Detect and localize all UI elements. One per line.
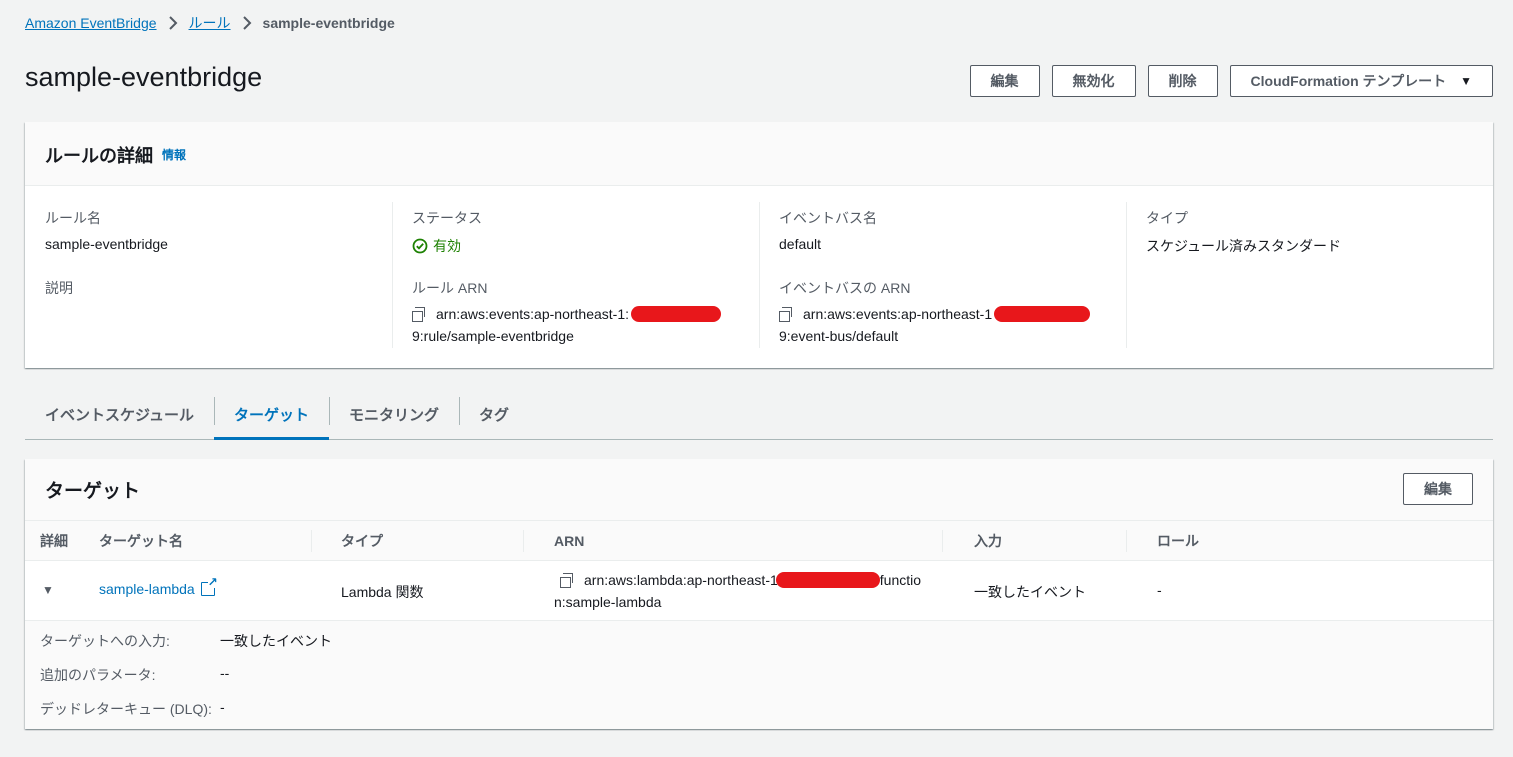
target-details-expanded: ターゲットへの入力: 一致したイベント 追加のパラメータ: -- デッドレターキ… xyxy=(25,621,1493,729)
cloudformation-template-label: CloudFormation テンプレート xyxy=(1250,73,1447,89)
chevron-right-icon xyxy=(161,14,185,32)
page-title: sample-eventbridge xyxy=(25,62,263,92)
target-name-link[interactable]: sample-lambda xyxy=(99,581,195,597)
delete-button[interactable]: 削除 xyxy=(1147,65,1218,97)
targets-header: ターゲット 編集 xyxy=(25,459,1493,521)
redaction-mark xyxy=(775,572,880,588)
status-badge: 有効 xyxy=(412,236,461,256)
cloudformation-template-button[interactable]: CloudFormation テンプレート ▼ xyxy=(1229,65,1493,97)
rule-arn-line1: arn:aws:events:ap-northeast-1: xyxy=(436,306,629,322)
target-input-cell: 一致したイベント xyxy=(974,584,1086,600)
rule-details-title: ルールの詳細 xyxy=(45,146,153,166)
targets-table-header: 詳細 ターゲット名 タイプ ARN 入力 ロール xyxy=(25,521,1493,561)
description-label: 説明 xyxy=(45,280,73,296)
chevron-right-icon xyxy=(235,14,259,32)
additional-params-value: -- xyxy=(220,665,230,681)
targets-panel: ターゲット 編集 詳細 ターゲット名 タイプ ARN 入力 ロール ▼ samp… xyxy=(25,459,1493,729)
rule-name-column: ルール名 sample-eventbridge 説明 xyxy=(25,186,392,368)
additional-params-label: 追加のパラメータ: xyxy=(40,667,156,683)
copy-icon[interactable] xyxy=(779,307,793,322)
redaction-mark xyxy=(631,306,721,322)
target-type-cell: Lambda 関数 xyxy=(341,584,424,600)
rule-details-panel: ルールの詳細 情報 ルール名 sample-eventbridge 説明 ステー… xyxy=(25,122,1493,368)
event-bus-column: イベントバス名 default イベントバスの ARN arn:aws:even… xyxy=(759,186,1126,368)
redaction-mark xyxy=(994,306,1091,322)
column-header-type[interactable]: タイプ xyxy=(341,521,383,561)
event-bus-arn-label: イベントバスの ARN xyxy=(779,280,911,296)
disable-button[interactable]: 無効化 xyxy=(1051,65,1136,97)
tab-monitoring[interactable]: モニタリング xyxy=(328,390,459,439)
table-row: ▼ sample-lambda Lambda 関数 arn:aws:lambda… xyxy=(25,561,1493,621)
breadcrumb-current: sample-eventbridge xyxy=(262,15,395,31)
column-header-role[interactable]: ロール xyxy=(1157,521,1199,561)
target-role-cell: - xyxy=(1157,582,1162,598)
target-arn-line1-start: arn:aws:lambda:ap-northeast-1 xyxy=(584,572,778,588)
rule-arn-label: ルール ARN xyxy=(412,280,488,296)
rule-name-value: sample-eventbridge xyxy=(45,236,168,252)
event-bus-arn-value: arn:aws:events:ap-northeast-1 9:event-bu… xyxy=(779,303,1091,347)
event-bus-arn-line2: 9:event-bus/default xyxy=(779,328,899,344)
event-bus-link[interactable]: default xyxy=(779,236,821,252)
tab-targets[interactable]: ターゲット xyxy=(213,390,329,440)
info-link[interactable]: 情報 xyxy=(162,146,186,163)
target-input-label: ターゲットへの入力: xyxy=(40,633,170,649)
column-header-details: 詳細 xyxy=(40,533,68,549)
rule-name-label: ルール名 xyxy=(45,210,101,226)
target-input-value: 一致したイベント xyxy=(220,633,332,649)
tabs: イベントスケジュール ターゲット モニタリング タグ xyxy=(25,390,1493,440)
collapse-caret-icon[interactable]: ▼ xyxy=(42,583,54,597)
dlq-label: デッドレターキュー (DLQ): xyxy=(40,701,212,717)
edit-button[interactable]: 編集 xyxy=(969,65,1040,97)
target-arn-line1-end: functio xyxy=(879,572,922,588)
copy-icon[interactable] xyxy=(560,573,574,588)
tab-event-schedule[interactable]: イベントスケジュール xyxy=(25,390,214,439)
target-name-cell: sample-lambda xyxy=(99,576,218,597)
target-arn-cell: arn:aws:lambda:ap-northeast-1 functio n:… xyxy=(554,569,921,613)
event-bus-arn-line1: arn:aws:events:ap-northeast-1 xyxy=(803,306,993,322)
copy-icon[interactable] xyxy=(412,307,426,322)
type-value: スケジュール済みスタンダード xyxy=(1146,238,1342,254)
target-arn-line2: n:sample-lambda xyxy=(554,594,662,610)
breadcrumb: Amazon EventBridge ルール sample-eventbridg… xyxy=(25,13,395,33)
external-link-icon[interactable] xyxy=(200,576,218,596)
rule-arn-line2: 9:rule/sample-eventbridge xyxy=(412,328,574,344)
targets-title: ターゲット xyxy=(45,481,141,502)
tab-tags[interactable]: タグ xyxy=(458,390,529,439)
targets-edit-button[interactable]: 編集 xyxy=(1403,473,1473,505)
header-actions: 編集 無効化 削除 CloudFormation テンプレート ▼ xyxy=(969,65,1493,97)
rule-details-header: ルールの詳細 情報 xyxy=(25,122,1493,186)
status-label: ステータス xyxy=(412,210,482,226)
dlq-value: - xyxy=(220,699,225,715)
type-column: タイプ スケジュール済みスタンダード xyxy=(1126,186,1493,368)
breadcrumb-link-rules[interactable]: ルール xyxy=(189,13,231,33)
check-circle-icon xyxy=(412,238,428,254)
status-column: ステータス 有効 ルール ARN arn:aws:events:ap-north… xyxy=(392,186,759,368)
event-bus-label: イベントバス名 xyxy=(779,210,877,226)
column-header-input[interactable]: 入力 xyxy=(974,521,1002,561)
column-header-target-name[interactable]: ターゲット名 xyxy=(99,521,183,561)
type-label: タイプ xyxy=(1146,210,1188,226)
caret-down-icon: ▼ xyxy=(1460,74,1472,88)
breadcrumb-link-eventbridge[interactable]: Amazon EventBridge xyxy=(25,15,157,31)
status-text: 有効 xyxy=(433,238,461,254)
rule-arn-value: arn:aws:events:ap-northeast-1: 9:rule/sa… xyxy=(412,303,721,347)
rule-details-columns: ルール名 sample-eventbridge 説明 ステータス 有効 ルール … xyxy=(25,186,1493,368)
column-header-arn[interactable]: ARN xyxy=(554,521,584,561)
